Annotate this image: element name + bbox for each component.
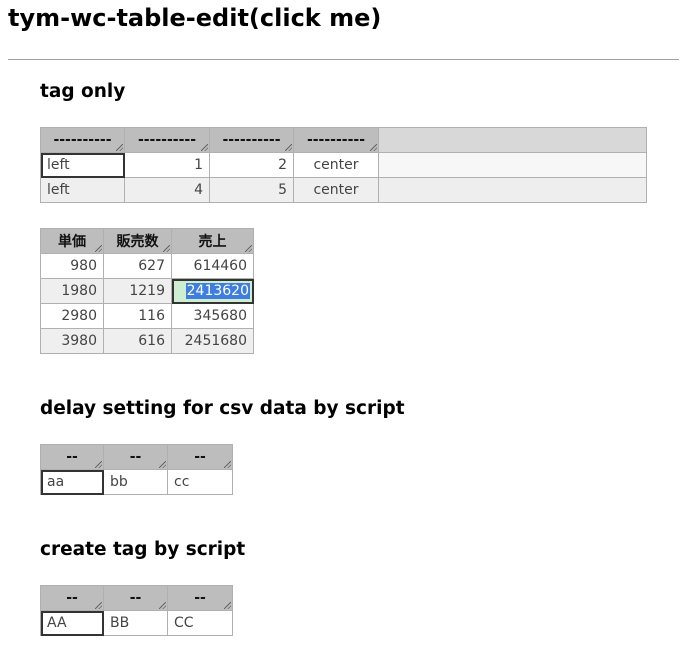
table-cell[interactable]: 1219 [103, 278, 172, 304]
column-header[interactable]: -- [40, 585, 104, 611]
selected-text[interactable]: 2413620 [185, 283, 250, 299]
table-cell[interactable]: 116 [103, 303, 172, 329]
table-csv-delay: -- -- -- aa bb cc [40, 444, 233, 495]
table-cell-selected[interactable]: left [40, 152, 125, 178]
table-row: left 1 2 center [40, 152, 647, 178]
table-cell[interactable]: 980 [40, 253, 104, 279]
table-row: 980 627 614460 [40, 253, 254, 279]
table-cell[interactable]: 627 [103, 253, 172, 279]
table-cell[interactable]: bb [103, 469, 168, 495]
column-header[interactable]: -- [40, 444, 104, 470]
column-header[interactable]: -- [103, 585, 168, 611]
table-row: 3980 616 2451680 [40, 328, 254, 354]
page-title[interactable]: tym-wc-table-edit(click me) [8, 4, 381, 32]
table-cell[interactable]: cc [167, 469, 233, 495]
column-header[interactable]: ---------- [209, 127, 294, 153]
column-header[interactable]: -- [167, 585, 233, 611]
column-header-sales[interactable]: 売上 [171, 228, 254, 254]
table-cell[interactable]: 616 [103, 328, 172, 354]
column-header-quantity[interactable]: 販売数 [103, 228, 172, 254]
table-cell[interactable]: 1980 [40, 278, 104, 304]
table-cell[interactable]: 2980 [40, 303, 104, 329]
table-cell[interactable]: 4 [124, 177, 210, 203]
table-header-row: ---------- ---------- ---------- -------… [40, 127, 647, 153]
table-tag-only: ---------- ---------- ---------- -------… [40, 127, 647, 203]
resize-handle-icon[interactable] [159, 602, 166, 609]
table-cell[interactable]: left [40, 177, 125, 203]
table-sales: 単価 販売数 売上 980 627 614460 1980 1219 24136… [40, 228, 254, 354]
table-cell[interactable]: 614460 [171, 253, 254, 279]
table-cell[interactable]: center [293, 152, 379, 178]
table-cell[interactable]: center [293, 177, 379, 203]
table-cell-selected[interactable]: AA [40, 610, 104, 636]
column-header[interactable]: ---------- [124, 127, 210, 153]
table-row: aa bb cc [40, 469, 233, 495]
table-cell[interactable]: CC [167, 610, 233, 636]
table-cell[interactable]: 1 [124, 152, 210, 178]
table-row: 1980 1219 2413620 [40, 278, 254, 304]
table-cell[interactable]: 345680 [171, 303, 254, 329]
resize-handle-icon[interactable] [245, 245, 252, 252]
header-filler [378, 127, 647, 153]
divider [8, 59, 679, 60]
resize-handle-icon[interactable] [224, 461, 231, 468]
table-cell-selected[interactable]: aa [40, 469, 104, 495]
table-header-row: -- -- -- [40, 444, 233, 470]
column-header[interactable]: -- [103, 444, 168, 470]
resize-handle-icon[interactable] [116, 144, 123, 151]
section-title-tag-only: tag only [40, 81, 126, 102]
table-row: left 4 5 center [40, 177, 647, 203]
table-cell[interactable]: BB [103, 610, 168, 636]
row-filler [378, 177, 647, 203]
column-header[interactable]: ---------- [293, 127, 379, 153]
table-header-row: 単価 販売数 売上 [40, 228, 254, 254]
resize-handle-icon[interactable] [163, 245, 170, 252]
table-cell[interactable]: 5 [209, 177, 294, 203]
resize-handle-icon[interactable] [159, 461, 166, 468]
resize-handle-icon[interactable] [285, 144, 292, 151]
table-cell[interactable]: 2 [209, 152, 294, 178]
column-header-unit-price[interactable]: 単価 [40, 228, 104, 254]
column-header[interactable]: -- [167, 444, 233, 470]
table-row: 2980 116 345680 [40, 303, 254, 329]
resize-handle-icon[interactable] [224, 602, 231, 609]
column-header[interactable]: ---------- [40, 127, 125, 153]
resize-handle-icon[interactable] [95, 245, 102, 252]
table-created-by-script: -- -- -- AA BB CC [40, 585, 233, 636]
table-cell[interactable]: 2451680 [171, 328, 254, 354]
resize-handle-icon[interactable] [370, 144, 377, 151]
table-cell[interactable]: 3980 [40, 328, 104, 354]
table-cell-editing[interactable]: 2413620 [171, 278, 254, 304]
resize-handle-icon[interactable] [201, 144, 208, 151]
resize-handle-icon[interactable] [95, 461, 102, 468]
section-title-delay-setting: delay setting for csv data by script [40, 398, 405, 419]
row-filler [378, 152, 647, 178]
table-row: AA BB CC [40, 610, 233, 636]
table-header-row: -- -- -- [40, 585, 233, 611]
resize-handle-icon[interactable] [95, 602, 102, 609]
section-title-create-tag: create tag by script [40, 539, 246, 560]
